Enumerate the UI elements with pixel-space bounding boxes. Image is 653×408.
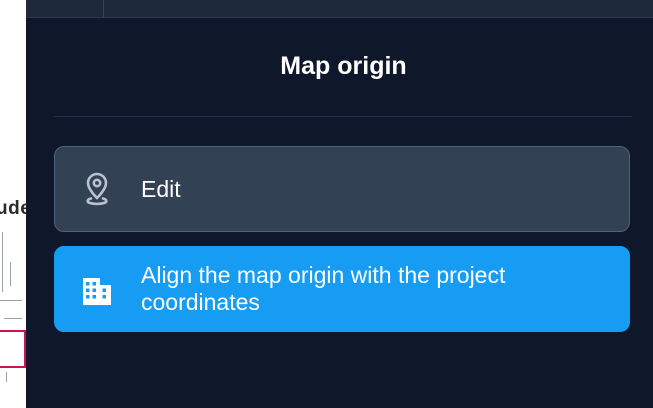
map-line	[10, 262, 11, 286]
map-line	[2, 232, 3, 292]
map-background: ude	[0, 0, 26, 408]
align-button-label: Align the map origin with the project co…	[141, 262, 506, 315]
map-line	[6, 372, 7, 382]
title-divider	[54, 116, 632, 117]
map-boundary	[0, 330, 26, 368]
map-label: ude	[0, 198, 26, 219]
map-line	[4, 318, 22, 319]
map-origin-panel: Map origin Edit Align the map origin wit…	[26, 0, 653, 408]
edit-button[interactable]: Edit	[54, 146, 630, 232]
top-strip-divider	[103, 0, 104, 17]
edit-button-label: Edit	[141, 175, 181, 202]
panel-title: Map origin	[280, 52, 407, 80]
building-icon	[79, 271, 115, 307]
align-map-origin-button[interactable]: Align the map origin with the project co…	[54, 246, 630, 332]
map-line	[0, 300, 22, 301]
map-pin-icon	[79, 171, 115, 207]
panel-top-strip	[26, 0, 653, 18]
